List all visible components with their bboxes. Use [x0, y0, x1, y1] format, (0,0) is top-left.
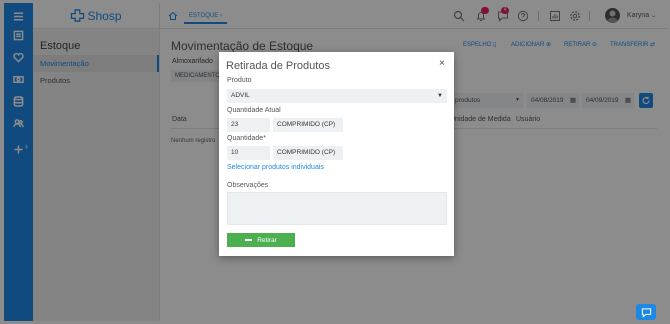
chat-bubble-icon: [641, 307, 651, 318]
observacoes-label: Observações: [227, 182, 269, 189]
produto-value: ADVIL: [231, 92, 250, 99]
support-chat-button[interactable]: [636, 304, 656, 320]
produto-label: Produto: [227, 77, 252, 84]
chevron-down-icon: ▼: [437, 93, 443, 99]
quantidade-atual-unit: COMPRIMIDO (CP): [273, 118, 343, 132]
quantidade-unit: COMPRIMIDO (CP): [273, 146, 343, 160]
produto-select[interactable]: ADVIL ▼: [227, 89, 447, 103]
quantidade-label: Quantidade*: [227, 135, 266, 142]
retirar-submit-label: Retirar: [257, 236, 277, 244]
modal-title: Retirada de Produtos: [226, 60, 330, 72]
close-icon[interactable]: ×: [439, 58, 445, 69]
quantidade-input[interactable]: 10: [227, 146, 270, 160]
quantidade-atual-label: Quantidade Atual: [227, 107, 281, 114]
observacoes-textarea[interactable]: [227, 192, 447, 225]
retirar-submit-button[interactable]: Retirar: [227, 233, 295, 247]
select-individual-products-link[interactable]: Selecionar produtos individuais: [227, 164, 324, 171]
quantidade-atual-field: 23: [227, 118, 270, 132]
withdrawal-modal: Retirada de Produtos × Produto ADVIL ▼ Q…: [219, 52, 454, 256]
minus-icon: [245, 239, 253, 241]
